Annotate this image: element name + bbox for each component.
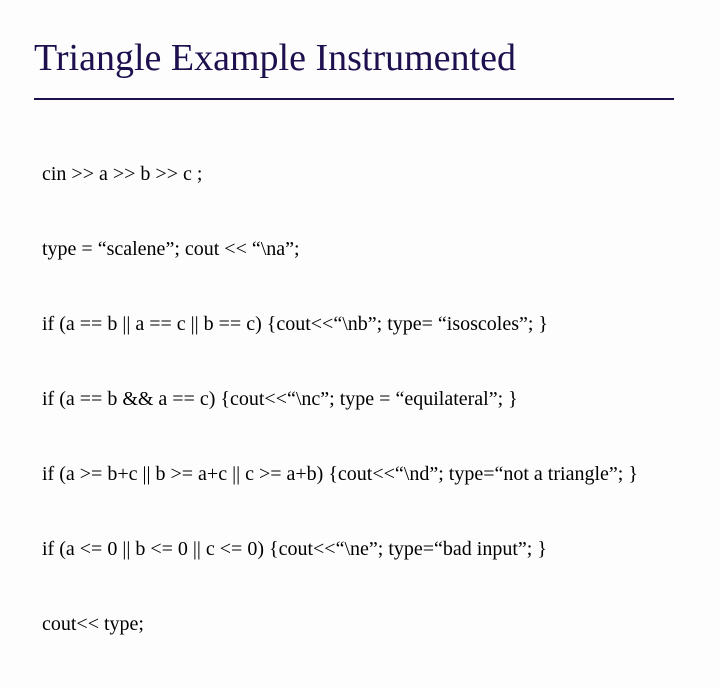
title-underline: [34, 98, 674, 100]
code-line: if (a == b || a == c || b == c) {cout<<“…: [42, 312, 674, 337]
code-line: cout<< type;: [42, 612, 674, 637]
slide-title: Triangle Example Instrumented: [34, 36, 686, 80]
code-line: cin >> a >> b >> c ;: [42, 162, 674, 187]
code-line: if (a <= 0 || b <= 0 || c <= 0) {cout<<“…: [42, 537, 674, 562]
slide: Triangle Example Instrumented cin >> a >…: [0, 0, 720, 540]
code-line: type = “scalene”; cout << “\na”;: [42, 237, 674, 262]
code-line: if (a >= b+c || b >= a+c || c >= a+b) {c…: [42, 462, 674, 487]
code-line: if (a == b && a == c) {cout<<“\nc”; type…: [42, 387, 674, 412]
code-block: cin >> a >> b >> c ; type = “scalene”; c…: [34, 112, 674, 687]
